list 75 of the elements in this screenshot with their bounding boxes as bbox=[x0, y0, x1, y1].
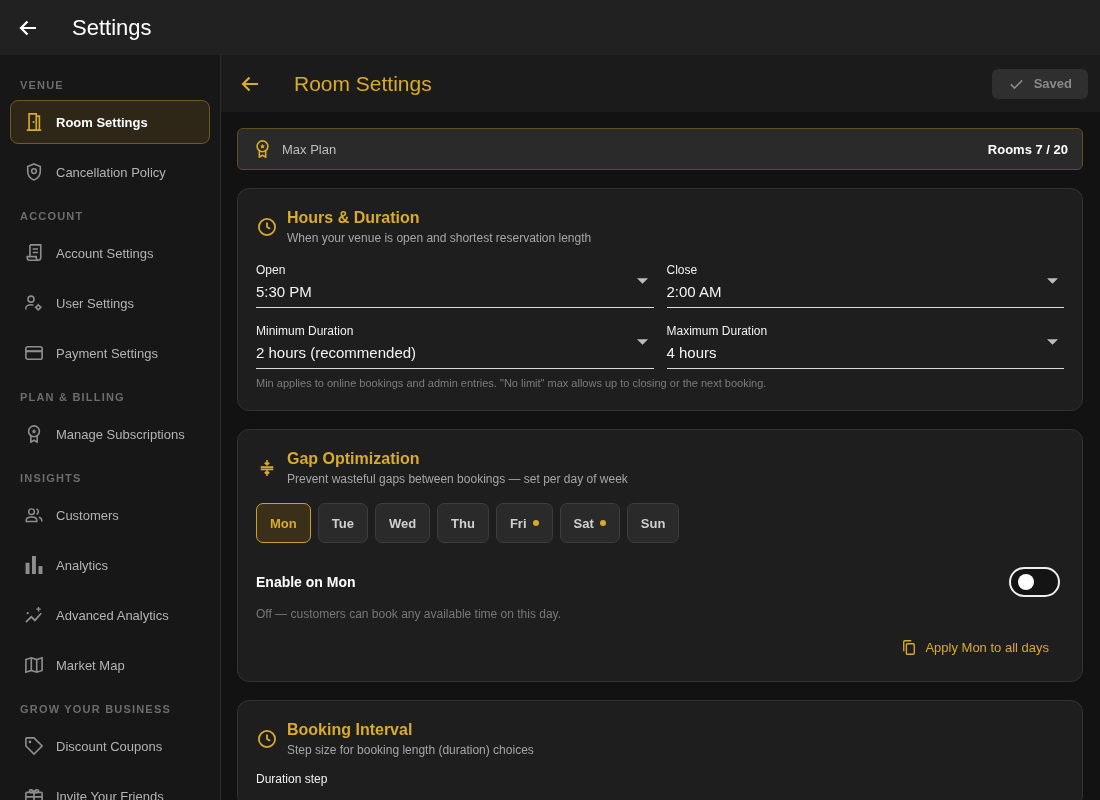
section-heading: INSIGHTS bbox=[19, 471, 83, 486]
helper-text: Min applies to online bookings and admin entries. "No limit" max allows up to closing or the next booking. bbox=[256, 377, 768, 390]
page-title: Room Settings bbox=[294, 71, 432, 96]
field-value: 2:00 AM bbox=[666, 282, 723, 302]
field-label: Open bbox=[256, 263, 287, 277]
section-heading: PLAN & BILLING bbox=[19, 390, 126, 405]
user-gear-icon bbox=[25, 294, 43, 312]
sidebar-item[interactable]: Room Settings bbox=[10, 100, 210, 144]
gift-icon bbox=[25, 787, 43, 800]
medal-icon bbox=[256, 140, 269, 158]
field-value: 4 hours bbox=[666, 343, 718, 363]
sidebar-item[interactable]: Discount Coupons bbox=[10, 724, 210, 768]
day-chip[interactable]: Sun bbox=[626, 503, 680, 543]
status-text: Off — customers can book any available time on this day. bbox=[256, 606, 563, 622]
bar-chart-icon bbox=[25, 556, 43, 574]
people-icon bbox=[25, 506, 43, 524]
field-value: 2 hours (recommended) bbox=[256, 343, 418, 363]
card-subtitle: Step size for booking length (duration) choices bbox=[287, 742, 534, 758]
plan-name: Max Plan bbox=[282, 141, 337, 157]
sidebar-item[interactable]: User Settings bbox=[10, 281, 210, 325]
caret-icon bbox=[1047, 277, 1058, 284]
sidebar-item[interactable]: Analytics bbox=[10, 543, 210, 587]
card-title: Hours & Duration bbox=[287, 208, 421, 228]
card-title: Gap Optimization bbox=[287, 449, 421, 469]
sparkle-chart-icon bbox=[25, 606, 43, 624]
document-icon bbox=[25, 244, 43, 262]
sidebar-item[interactable]: Invite Your Friends bbox=[10, 774, 210, 800]
day-chip[interactable]: Tue bbox=[317, 503, 368, 543]
dropdown-field[interactable]: Maximum Duration 4 hours bbox=[666, 324, 1064, 369]
field-value: 5:30 PM bbox=[256, 282, 313, 302]
toggle-switch[interactable] bbox=[1009, 567, 1060, 597]
day-chip[interactable]: Sat bbox=[559, 503, 620, 543]
clock-icon bbox=[258, 218, 276, 236]
door-icon bbox=[25, 113, 43, 131]
day-chip[interactable]: Wed bbox=[374, 503, 431, 543]
shield-icon bbox=[25, 163, 43, 181]
caret-icon bbox=[1047, 338, 1058, 345]
field-label: Minimum Duration bbox=[256, 324, 355, 338]
sidebar-item[interactable]: Payment Settings bbox=[10, 331, 210, 375]
dropdown-field[interactable]: Minimum Duration 2 hours (recommended) bbox=[256, 324, 654, 369]
card-title: Booking Interval bbox=[287, 720, 414, 740]
map-icon bbox=[25, 656, 43, 674]
check-icon bbox=[1009, 78, 1023, 89]
sidebar-item[interactable]: Account Settings bbox=[10, 231, 210, 275]
sidebar-item[interactable]: Cancellation Policy bbox=[10, 150, 210, 194]
sidebar-item[interactable]: Manage Subscriptions bbox=[10, 412, 210, 456]
field-label: Duration step bbox=[256, 772, 329, 786]
day-chip[interactable]: Thu bbox=[437, 503, 489, 543]
section-heading: VENUE bbox=[19, 78, 65, 93]
dropdown-field[interactable]: Close 2:00 AM bbox=[666, 263, 1064, 308]
app-title: Settings bbox=[72, 14, 152, 41]
copy-icon bbox=[903, 640, 916, 655]
field-label: Maximum Duration bbox=[666, 324, 769, 338]
section-heading: ACCOUNT bbox=[19, 209, 85, 224]
card-subtitle: Prevent wasteful gaps between bookings — set per day of week bbox=[287, 471, 628, 487]
tag-icon bbox=[25, 737, 43, 755]
day-chip[interactable]: Fri bbox=[495, 503, 553, 543]
back-arrow-icon[interactable] bbox=[241, 75, 259, 92]
dropdown-field[interactable]: Open 5:30 PM bbox=[256, 263, 654, 308]
field-label: Close bbox=[666, 263, 699, 277]
arrows-to-line-icon bbox=[258, 459, 276, 477]
clock-icon bbox=[258, 730, 276, 748]
section-heading: GROW YOUR BUSINESS bbox=[19, 702, 172, 717]
caret-icon bbox=[636, 277, 648, 284]
room-usage: Rooms 7 / 20 bbox=[987, 141, 1068, 157]
sidebar-item[interactable]: Customers bbox=[10, 493, 210, 537]
card-subtitle: When your venue is open and shortest reservation length bbox=[287, 230, 592, 246]
sidebar-item[interactable]: Advanced Analytics bbox=[10, 593, 210, 637]
credit-card-icon bbox=[25, 344, 43, 362]
toggle-label: Enable on Mon bbox=[256, 574, 356, 590]
caret-icon bbox=[636, 338, 648, 345]
medal-icon bbox=[25, 425, 43, 443]
apply-all-link[interactable]: Apply Mon to all days bbox=[888, 634, 1064, 661]
sidebar-item[interactable]: Market Map bbox=[10, 643, 210, 687]
day-chip[interactable]: Mon bbox=[256, 503, 311, 543]
